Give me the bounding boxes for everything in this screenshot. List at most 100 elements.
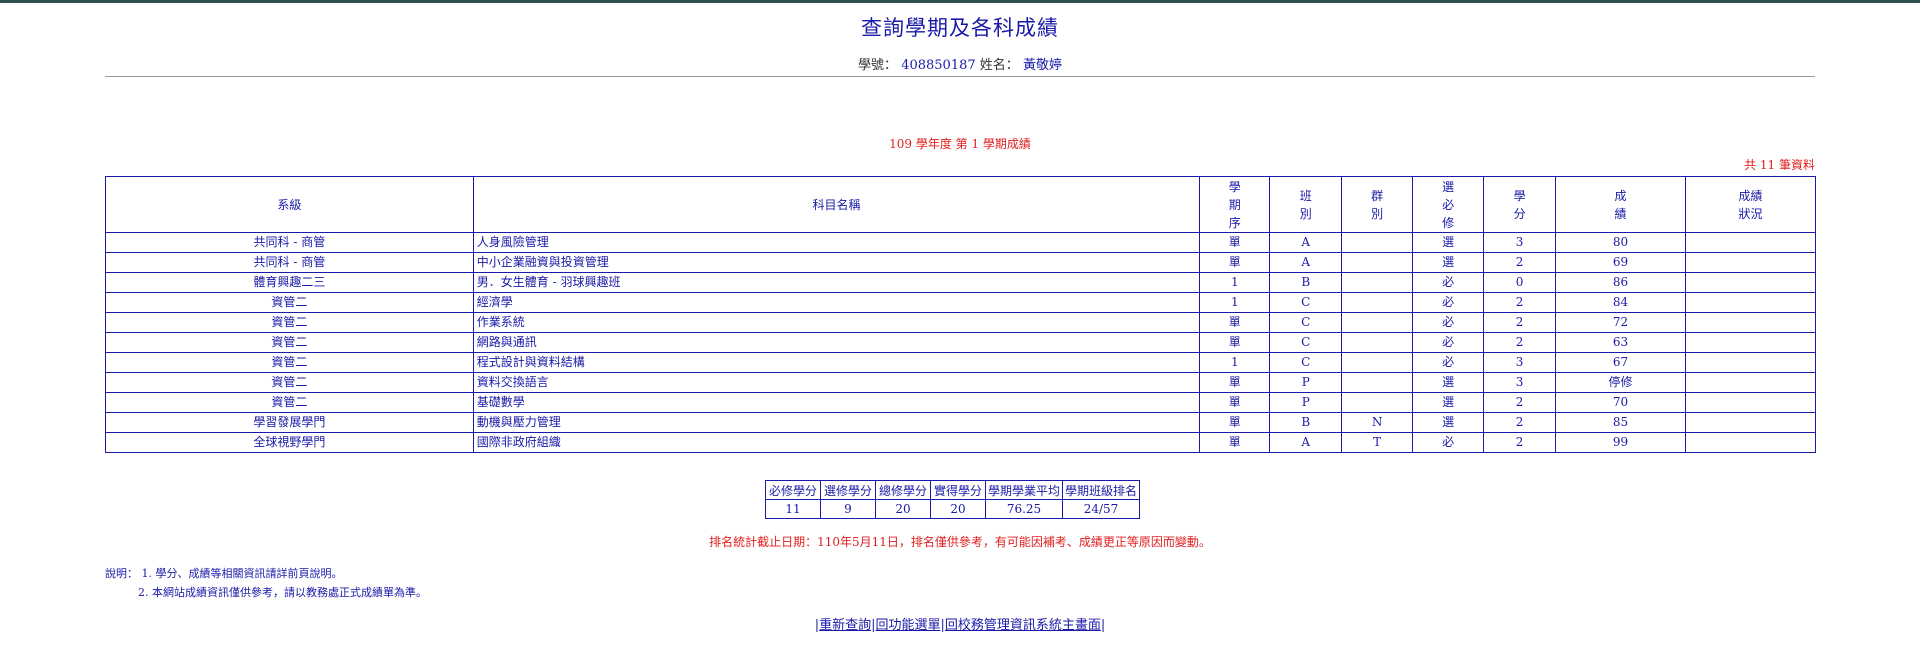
table-row: 共同科 - 商管 人身風險管理單 A 選 3 80 — [105, 232, 1817, 253]
cell-score: 80 — [1555, 232, 1686, 253]
table-row: 資管二 作業系統單 C 必 2 72 — [105, 312, 1817, 333]
cell-score: 69 — [1555, 252, 1686, 273]
note-item: 2. 本網站成績資訊僅供參考，請以教務處正式成績單為準。 — [138, 586, 427, 599]
cell-elective: 選 — [1412, 232, 1485, 253]
cell-elective: 必 — [1412, 352, 1485, 373]
summary-header: 選修學分 — [820, 480, 876, 500]
cell-term-seq: 單 — [1199, 392, 1271, 413]
cell-group — [1341, 392, 1414, 413]
cell-elective: 選 — [1412, 392, 1485, 413]
cell-group — [1341, 372, 1414, 393]
cell-course: 經濟學 — [472, 292, 1201, 313]
table-row: 資管二 經濟學 1 C 必 2 84 — [105, 292, 1817, 313]
cell-class: A — [1269, 432, 1343, 453]
notes: 說明： 1. 學分、成績等相關資訊請詳前頁說明。 2. 本網站成績資訊僅供參考，… — [105, 564, 427, 602]
summary-value: 24/57 — [1062, 499, 1141, 519]
summary-value: 11 — [765, 499, 821, 519]
cell-score: 72 — [1555, 312, 1686, 333]
cell-term-seq: 單 — [1199, 232, 1271, 253]
cell-dept: 體育興趣二三 — [105, 272, 474, 293]
cell-credits: 2 — [1483, 332, 1557, 353]
table-row: 資管二 基礎數學單 P 選 2 70 — [105, 392, 1817, 413]
header-term-seq: 學期序 — [1228, 179, 1241, 230]
cell-course: 作業系統 — [472, 312, 1201, 333]
cell-class: C — [1269, 292, 1343, 313]
student-name-label: 姓名： — [979, 58, 1019, 73]
cell-score-status — [1684, 292, 1817, 313]
cell-elective: 必 — [1412, 292, 1485, 313]
cell-term-seq: 單 — [1199, 412, 1271, 433]
cell-credits: 2 — [1483, 412, 1557, 433]
cell-term-seq: 單 — [1199, 372, 1271, 393]
requery-link[interactable]: 重新查詢 — [819, 618, 871, 633]
notes-label: 說明： — [105, 567, 138, 580]
cell-dept: 全球視野學門 — [105, 432, 474, 453]
cell-course: 資料交換語言 — [472, 372, 1201, 393]
cell-elective: 必 — [1412, 312, 1485, 333]
cell-elective: 選 — [1412, 372, 1485, 393]
top-bar — [0, 0, 1920, 3]
header-score-status: 成績狀況 — [1738, 188, 1763, 221]
cell-elective: 選 — [1412, 252, 1485, 273]
cell-elective: 選 — [1412, 412, 1485, 433]
cell-group: N — [1341, 412, 1414, 433]
cell-group — [1341, 272, 1414, 293]
student-info: 學號： 408850187 姓名： 黃敬婷 — [0, 54, 1920, 73]
cell-group — [1341, 312, 1414, 333]
cell-class: B — [1269, 412, 1343, 433]
cell-dept: 資管二 — [105, 372, 474, 393]
cell-score-status — [1684, 412, 1817, 433]
table-row: 學習發展學門 動機與壓力管理單 B N 選 2 85 — [105, 412, 1817, 433]
cell-term-seq: 1 — [1199, 292, 1271, 313]
header-course: 科目名稱 — [472, 176, 1201, 233]
summary-value-row: 11 9 20 20 76.25 24/57 — [765, 499, 1141, 519]
summary-header: 實得學分 — [930, 480, 986, 500]
cell-credits: 2 — [1483, 292, 1557, 313]
cell-score: 85 — [1555, 412, 1686, 433]
back-to-menu-link[interactable]: 回功能選單 — [875, 618, 940, 633]
cell-score-status — [1684, 332, 1817, 353]
cell-credits: 2 — [1483, 312, 1557, 333]
footer-links: |重新查詢|回功能選單|回校務管理資訊系統主畫面| — [814, 618, 1106, 633]
table-row: 資管二 網路與通訊單 C 必 2 63 — [105, 332, 1817, 353]
cell-score-status — [1684, 232, 1817, 253]
cell-dept: 共同科 - 商管 — [105, 232, 474, 253]
cell-class: P — [1269, 372, 1343, 393]
cell-score: 67 — [1555, 352, 1686, 373]
table-row: 共同科 - 商管 中小企業融資與投資管理單 A 選 2 69 — [105, 252, 1817, 273]
cell-score-status — [1684, 352, 1817, 373]
summary-header-row: 必修學分 選修學分 總修學分 實得學分 學期學業平均 學期班級排名 — [765, 480, 1141, 500]
cell-credits: 3 — [1483, 352, 1557, 373]
cell-dept: 資管二 — [105, 352, 474, 373]
back-to-main-link[interactable]: 回校務管理資訊系統主畫面 — [945, 618, 1101, 633]
cell-course: 網路與通訊 — [472, 332, 1201, 353]
cell-term-seq: 單 — [1199, 252, 1271, 273]
cell-class: C — [1269, 352, 1343, 373]
table-row: 資管二 程式設計與資料結構 1 C 必 3 67 — [105, 352, 1817, 373]
cell-score-status — [1684, 272, 1817, 293]
summary-header: 學期班級排名 — [1062, 480, 1141, 500]
cell-dept: 學習發展學門 — [105, 412, 474, 433]
grades-header-row: 系級 科目名稱 學期序 班別 群別 選必修 學分 成績 成績狀況 — [105, 176, 1817, 233]
summary-header: 必修學分 — [765, 480, 821, 500]
cell-group — [1341, 232, 1414, 253]
cell-score: 99 — [1555, 432, 1686, 453]
cell-class: A — [1269, 232, 1343, 253]
table-row: 資管二 資料交換語言單 P 選 3 停修 — [105, 372, 1817, 393]
cell-group — [1341, 352, 1414, 373]
cell-credits: 2 — [1483, 252, 1557, 273]
cell-course: 男．女生體育 - 羽球興趣班 — [472, 272, 1201, 293]
summary-table: 必修學分 選修學分 總修學分 實得學分 學期學業平均 學期班級排名 11 9 20 20 76.2… — [765, 480, 1141, 519]
cell-class: P — [1269, 392, 1343, 413]
cell-class: B — [1269, 272, 1343, 293]
student-id: 408850187 — [901, 58, 976, 73]
cell-course: 中小企業融資與投資管理 — [472, 252, 1201, 273]
cell-dept: 共同科 - 商管 — [105, 252, 474, 273]
ranking-notice: 排名統計截止日期：110年5月11日，排名僅供參考，有可能因補考、成績更正等原因… — [709, 535, 1211, 549]
cell-group — [1341, 252, 1414, 273]
cell-score-status — [1684, 372, 1817, 393]
cell-score-status — [1684, 312, 1817, 333]
cell-score: 停修 — [1555, 372, 1686, 393]
page-title: 查詢學期及各科成績 — [861, 16, 1059, 40]
header-elective: 選必修 — [1442, 179, 1455, 230]
